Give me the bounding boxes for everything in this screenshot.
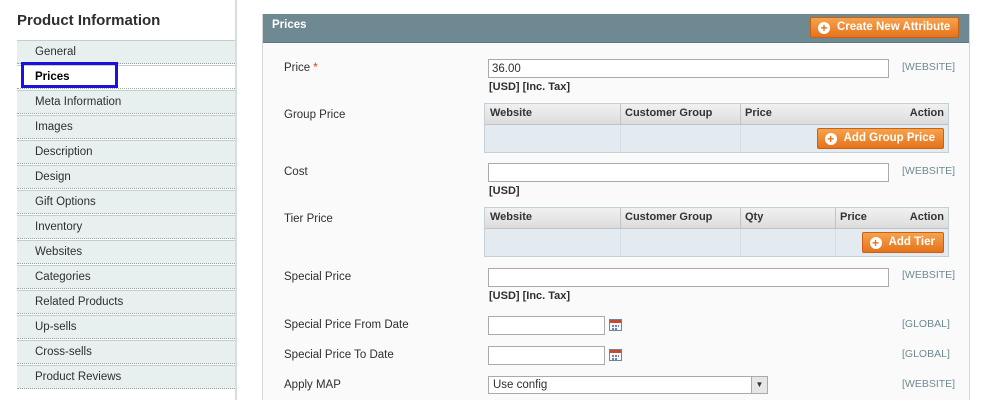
add-group-price-button[interactable]: + Add Group Price	[816, 128, 944, 149]
sidebar-item-label: Up-sells	[35, 321, 77, 333]
column-divider	[835, 208, 836, 228]
create-new-attribute-button[interactable]: + Create New Attribute	[810, 17, 960, 38]
sidebar-item-label: Prices	[35, 71, 70, 83]
grid-header: Website Customer Group Price Action	[485, 104, 948, 125]
cost-input[interactable]	[488, 163, 889, 182]
apply-map-select[interactable]: Use config ▼	[488, 376, 768, 394]
column-header-action: Action	[909, 107, 944, 119]
sidebar-item-label: Inventory	[35, 221, 83, 233]
tier-price-label: Tier Price	[284, 213, 333, 225]
sidebar-item-label: Design	[35, 171, 71, 183]
cost-currency-note: [USD]	[489, 185, 520, 197]
special-from-date-label: Special Price From Date	[284, 319, 409, 331]
column-header-customer-group: Customer Group	[625, 107, 713, 119]
plus-circle-icon: +	[824, 133, 837, 145]
sidebar-item-label: Description	[35, 146, 93, 158]
sidebar-item-design[interactable]: Design	[17, 165, 237, 189]
sidebar-item-label: Websites	[35, 246, 83, 258]
special-to-date-scope: [GLOBAL]	[902, 348, 950, 360]
sidebar-item-label: Categories	[35, 271, 91, 283]
column-divider	[835, 229, 836, 256]
sidebar-tabs: General Prices Meta Information Images D…	[17, 40, 237, 390]
sidebar-item-up-sells[interactable]: Up-sells	[17, 315, 237, 339]
button-label: Create New Attribute	[837, 21, 951, 33]
column-header-price: Price	[745, 107, 772, 119]
price-currency-note: [USD] [Inc. Tax]	[489, 81, 571, 93]
calendar-icon[interactable]	[609, 349, 622, 361]
column-header-customer-group: Customer Group	[625, 211, 713, 223]
column-divider	[740, 104, 741, 124]
sidebar-item-prices[interactable]: Prices	[17, 62, 237, 89]
special-to-date-label: Special Price To Date	[284, 349, 394, 361]
group-price-label: Group Price	[284, 109, 346, 121]
special-price-currency-note: [USD] [Inc. Tax]	[489, 290, 571, 302]
apply-map-scope: [WEBSITE]	[902, 378, 956, 390]
sidebar-item-cross-sells[interactable]: Cross-sells	[17, 340, 237, 364]
sidebar-item-label: Images	[35, 121, 73, 133]
sidebar-item-general[interactable]: General	[17, 40, 237, 64]
group-price-grid: Website Customer Group Price Action + Ad…	[484, 103, 949, 153]
product-info-sidebar: Product Information General Prices Meta …	[0, 0, 238, 400]
special-price-label: Special Price	[284, 271, 352, 283]
sidebar-item-inventory[interactable]: Inventory	[17, 215, 237, 239]
column-divider	[740, 229, 741, 256]
column-divider	[740, 208, 741, 228]
sidebar-title: Product Information	[17, 12, 161, 29]
grid-body: + Add Group Price	[485, 125, 948, 152]
column-header-qty: Qty	[745, 211, 764, 223]
price-label-text: Price	[284, 62, 311, 74]
price-input[interactable]	[488, 59, 889, 78]
price-label: Price *	[284, 62, 318, 74]
sidebar-item-related-products[interactable]: Related Products	[17, 290, 237, 314]
grid-body: + Add Tier	[485, 229, 948, 256]
calendar-icon[interactable]	[609, 319, 622, 331]
sidebar-item-label: Cross-sells	[35, 346, 92, 358]
column-divider	[740, 125, 741, 152]
special-from-date-scope: [GLOBAL]	[902, 318, 950, 330]
sidebar-item-description[interactable]: Description	[17, 140, 237, 164]
column-divider	[620, 208, 621, 228]
required-mark: *	[313, 62, 318, 74]
special-to-date-input[interactable]	[488, 346, 605, 365]
column-header-website: Website	[490, 107, 532, 119]
special-from-date-input[interactable]	[488, 316, 605, 335]
sidebar-item-images[interactable]: Images	[17, 115, 237, 139]
column-header-price: Price	[840, 211, 867, 223]
sidebar-item-label: Related Products	[35, 296, 124, 308]
cost-scope: [WEBSITE]	[902, 165, 956, 177]
fieldset-header: Prices + Create New Attribute	[263, 14, 969, 43]
sidebar-item-categories[interactable]: Categories	[17, 265, 237, 289]
sidebar-item-label: General	[35, 46, 76, 58]
plus-circle-icon: +	[869, 237, 882, 249]
column-divider	[620, 125, 621, 152]
sidebar-item-gift-options[interactable]: Gift Options	[17, 190, 237, 214]
column-divider	[620, 229, 621, 256]
button-label: Add Tier	[888, 236, 935, 248]
sidebar-item-websites[interactable]: Websites	[17, 240, 237, 264]
add-tier-button[interactable]: + Add Tier	[861, 232, 944, 253]
grid-header: Website Customer Group Qty Price Action	[485, 208, 948, 229]
fieldset-title: Prices	[272, 19, 307, 31]
special-price-scope: [WEBSITE]	[902, 269, 956, 281]
plus-circle-icon: +	[818, 22, 830, 34]
column-divider	[620, 104, 621, 124]
column-header-website: Website	[490, 211, 532, 223]
sidebar-item-meta-information[interactable]: Meta Information	[17, 90, 237, 114]
sidebar-item-label: Product Reviews	[35, 371, 122, 383]
selected-value: Use config	[493, 379, 548, 391]
column-header-action: Action	[909, 211, 944, 223]
special-price-input[interactable]	[488, 268, 889, 287]
sidebar-item-label: Meta Information	[35, 96, 122, 108]
sidebar-divider	[235, 0, 237, 400]
button-label: Add Group Price	[843, 132, 935, 144]
sidebar-item-label: Gift Options	[35, 196, 96, 208]
apply-map-label: Apply MAP	[284, 379, 341, 391]
tier-price-grid: Website Customer Group Qty Price Action …	[484, 207, 949, 257]
price-scope: [WEBSITE]	[902, 61, 956, 73]
dropdown-arrow-icon: ▼	[751, 377, 767, 393]
prices-fieldset: Prices + Create New Attribute Price* [US…	[262, 14, 970, 400]
sidebar-item-product-reviews[interactable]: Product Reviews	[17, 365, 237, 389]
cost-label: Cost	[284, 166, 308, 178]
